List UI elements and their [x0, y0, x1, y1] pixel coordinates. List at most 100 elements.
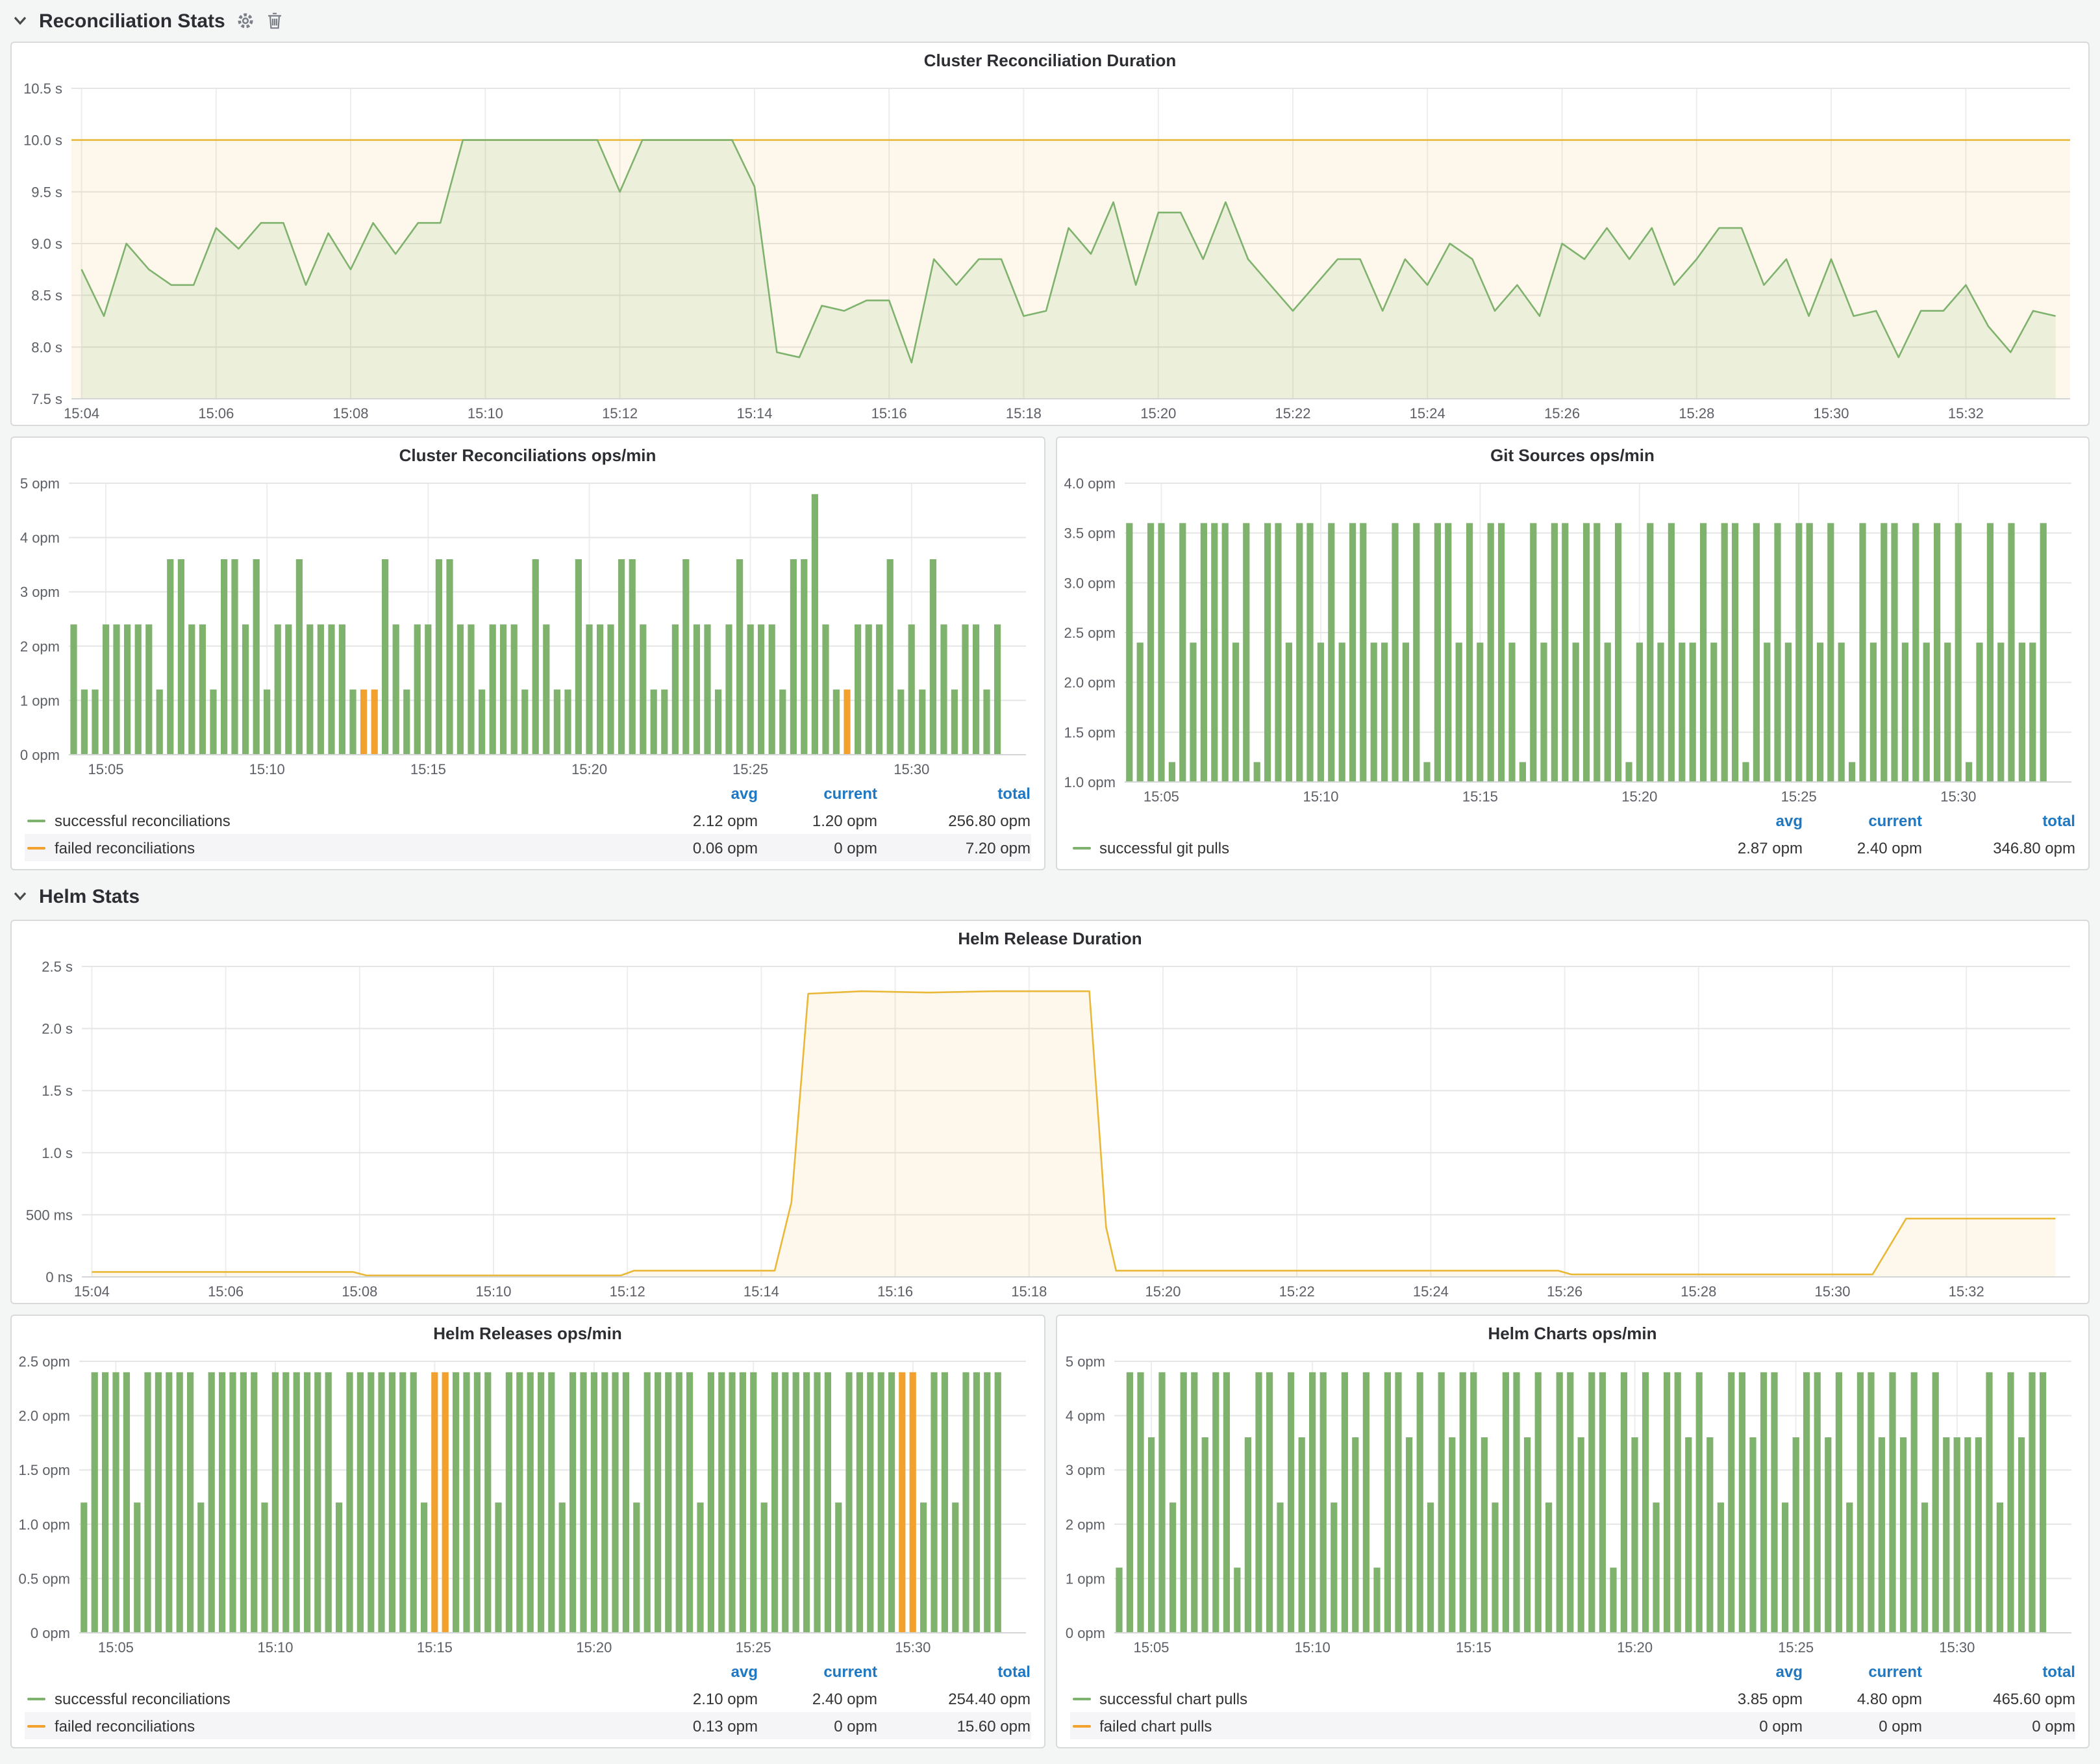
svg-text:15:20: 15:20 — [1621, 788, 1656, 805]
svg-text:500 ms: 500 ms — [26, 1207, 73, 1223]
helm-charts-chart[interactable]: 15:0515:1015:1515:2015:2515:300 opm1 opm… — [1056, 1351, 2088, 1659]
svg-text:10.0 s: 10.0 s — [23, 132, 62, 149]
panel-title[interactable]: Git Sources ops/min — [1056, 438, 2088, 473]
cluster-reconciliations-chart[interactable]: 15:0515:1015:1515:2015:2515:300 opm1 opm… — [12, 473, 1044, 781]
panel-helm-release-duration: Helm Release Duration 15:0415:0615:0815:… — [10, 920, 2090, 1304]
svg-text:15:25: 15:25 — [732, 761, 768, 777]
panel-title[interactable]: Helm Releases ops/min — [12, 1316, 1044, 1351]
legend-value-current: 0 opm — [758, 1717, 877, 1735]
svg-text:15:30: 15:30 — [1814, 1283, 1850, 1300]
svg-text:2.5 s: 2.5 s — [42, 959, 73, 975]
svg-text:2.0 s: 2.0 s — [42, 1021, 73, 1037]
series-label[interactable]: failed reconciliations — [55, 1717, 195, 1735]
legend-col-total[interactable]: total — [1922, 1663, 2075, 1681]
panel-helm-charts-opm: Helm Charts ops/min 15:0515:1015:1515:20… — [1055, 1315, 2090, 1748]
panel-cluster-reconciliations-opm: Cluster Reconciliations ops/min 15:0515:… — [10, 436, 1045, 870]
section-helm-stats: Helm Stats — [10, 873, 2090, 920]
svg-text:2.5 opm: 2.5 opm — [19, 1354, 71, 1370]
series-label[interactable]: failed reconciliations — [55, 838, 195, 857]
svg-text:15:14: 15:14 — [744, 1283, 779, 1300]
svg-text:15:16: 15:16 — [877, 1283, 913, 1300]
chevron-down-icon[interactable] — [13, 891, 27, 901]
legend-row: successful chart pulls 3.85 opm 4.80 opm… — [1069, 1685, 2075, 1712]
legend: avg current total successful chart pulls… — [1056, 1659, 2088, 1747]
svg-text:0.5 opm: 0.5 opm — [19, 1570, 71, 1587]
legend-col-current[interactable]: current — [1803, 812, 1922, 830]
svg-text:5 opm: 5 opm — [20, 475, 60, 492]
svg-text:15:20: 15:20 — [576, 1639, 612, 1656]
legend-col-avg[interactable]: avg — [615, 785, 758, 803]
svg-text:15:10: 15:10 — [475, 1283, 511, 1300]
helm-releases-chart[interactable]: 15:0515:1015:1515:2015:2515:300 opm0.5 o… — [12, 1351, 1044, 1659]
svg-text:15:30: 15:30 — [894, 761, 929, 777]
panel-git-sources-opm: Git Sources ops/min 15:0515:1015:1515:20… — [1055, 436, 2090, 870]
legend-value-current: 2.40 opm — [758, 1689, 877, 1707]
svg-text:1.0 opm: 1.0 opm — [1064, 774, 1116, 790]
series-color-marker — [27, 1724, 45, 1727]
legend-col-current[interactable]: current — [1803, 1663, 1922, 1681]
legend-header: avg current total — [25, 781, 1031, 807]
series-color-marker — [27, 819, 45, 822]
svg-text:8.0 s: 8.0 s — [31, 339, 62, 355]
legend: avg current total successful reconciliat… — [12, 781, 1044, 869]
legend-col-avg[interactable]: avg — [615, 1663, 758, 1681]
svg-text:15:05: 15:05 — [98, 1639, 134, 1656]
svg-text:0 opm: 0 opm — [1065, 1625, 1105, 1641]
svg-text:15:12: 15:12 — [602, 405, 638, 422]
panel-helm-releases-opm: Helm Releases ops/min 15:0515:1015:1515:… — [10, 1315, 1045, 1748]
svg-text:15:12: 15:12 — [610, 1283, 645, 1300]
legend-col-avg[interactable]: avg — [1660, 1663, 1803, 1681]
series-color-marker — [27, 1697, 45, 1700]
trash-icon[interactable] — [267, 12, 284, 30]
series-color-marker — [1072, 1724, 1090, 1727]
legend-col-total[interactable]: total — [877, 785, 1031, 803]
legend-value-total: 256.80 opm — [877, 811, 1031, 829]
helm-release-duration-chart[interactable]: 15:0415:0615:0815:1015:1215:1415:1615:18… — [12, 956, 2088, 1303]
series-label[interactable]: successful reconciliations — [55, 1689, 231, 1707]
series-label[interactable]: successful chart pulls — [1099, 1689, 1247, 1707]
legend-col-total[interactable]: total — [877, 1663, 1031, 1681]
gear-icon[interactable] — [237, 12, 255, 30]
series-label[interactable]: failed chart pulls — [1099, 1717, 1212, 1735]
svg-text:7.5 s: 7.5 s — [31, 391, 62, 407]
legend-col-current[interactable]: current — [758, 1663, 877, 1681]
svg-text:15:30: 15:30 — [1940, 788, 1975, 805]
svg-text:15:10: 15:10 — [1302, 788, 1338, 805]
svg-text:15:10: 15:10 — [468, 405, 503, 422]
svg-text:3.0 opm: 3.0 opm — [1064, 575, 1116, 591]
legend-col-total[interactable]: total — [1922, 812, 2075, 830]
legend-col-current[interactable]: current — [758, 785, 877, 803]
grafana-dashboard: Reconciliation Stats Cluster Reconciliat… — [0, 0, 2100, 1764]
svg-text:4.0 opm: 4.0 opm — [1064, 475, 1116, 492]
cluster-reconciliation-duration-chart[interactable]: 15:0415:0615:0815:1015:1215:1415:1615:18… — [12, 78, 2088, 425]
chevron-down-icon[interactable] — [13, 16, 27, 26]
row-reconciliation-ops: Cluster Reconciliations ops/min 15:0515:… — [10, 436, 2090, 870]
series-label[interactable]: successful git pulls — [1099, 838, 1229, 857]
legend-value-total: 7.20 opm — [877, 838, 1031, 857]
legend-value-current: 4.80 opm — [1803, 1689, 1922, 1707]
section-title[interactable]: Helm Stats — [39, 885, 140, 907]
panel-title[interactable]: Helm Charts ops/min — [1056, 1316, 2088, 1351]
series-label[interactable]: successful reconciliations — [55, 811, 231, 829]
svg-text:15:28: 15:28 — [1679, 405, 1714, 422]
svg-text:15:30: 15:30 — [895, 1639, 931, 1656]
panel-title[interactable]: Helm Release Duration — [12, 921, 2088, 956]
git-sources-chart[interactable]: 15:0515:1015:1515:2015:2515:301.0 opm1.5… — [1056, 473, 2088, 808]
panel-title[interactable]: Cluster Reconciliation Duration — [12, 43, 2088, 78]
svg-text:15:25: 15:25 — [1781, 788, 1816, 805]
legend-value-avg: 0.06 opm — [615, 838, 758, 857]
legend: avg current total successful reconciliat… — [12, 1659, 1044, 1747]
panel-title[interactable]: Cluster Reconciliations ops/min — [12, 438, 1044, 473]
svg-text:9.5 s: 9.5 s — [31, 184, 62, 200]
svg-text:15:30: 15:30 — [1938, 1639, 1974, 1656]
svg-text:15:05: 15:05 — [1132, 1639, 1168, 1656]
legend-header: avg current total — [25, 1659, 1031, 1685]
legend-row: failed reconciliations 0.13 opm 0 opm 15… — [25, 1712, 1031, 1739]
legend-col-avg[interactable]: avg — [1660, 812, 1803, 830]
svg-text:0 ns: 0 ns — [45, 1269, 73, 1285]
svg-text:0 opm: 0 opm — [20, 747, 60, 763]
legend-value-current: 1.20 opm — [758, 811, 877, 829]
legend-row: successful reconciliations 2.12 opm 1.20… — [25, 807, 1031, 834]
svg-text:15:16: 15:16 — [871, 405, 907, 422]
section-title[interactable]: Reconciliation Stats — [39, 10, 225, 32]
